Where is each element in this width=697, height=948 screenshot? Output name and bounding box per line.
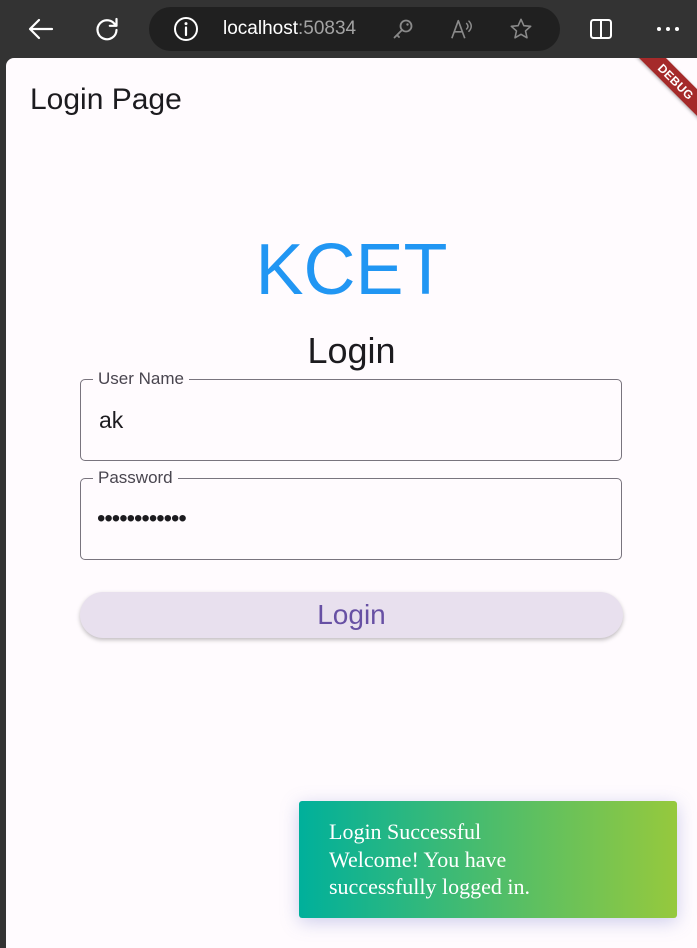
password-key-button[interactable]: [391, 17, 415, 41]
address-bar[interactable]: localhost:50834: [149, 7, 560, 51]
debug-banner: DEBUG: [612, 58, 697, 145]
back-arrow-icon: [28, 18, 54, 40]
read-aloud-button[interactable]: [450, 17, 474, 41]
username-input[interactable]: ak: [99, 406, 123, 434]
url-host: localhost: [223, 18, 298, 39]
username-field[interactable]: User Name ak: [80, 369, 622, 461]
password-label: Password: [93, 468, 178, 488]
split-screen-icon: [590, 19, 612, 39]
success-toast[interactable]: Login Successful Welcome! You have succe…: [299, 801, 677, 918]
login-button[interactable]: Login: [80, 592, 623, 638]
split-screen-button[interactable]: [584, 12, 618, 46]
browser-toolbar: localhost:50834: [0, 0, 697, 58]
more-options-button[interactable]: [651, 12, 685, 46]
favorite-button[interactable]: [509, 17, 533, 41]
more-icon: [657, 27, 679, 31]
toast-content: Login Successful Welcome! You have succe…: [329, 818, 569, 901]
username-label: User Name: [93, 369, 189, 389]
password-field[interactable]: Password ••••••••••••: [80, 468, 622, 560]
favorite-star-icon: [510, 18, 532, 39]
key-icon: [393, 19, 413, 39]
site-info-button[interactable]: [173, 16, 199, 42]
page-viewport: Login Page DEBUG KCET Login User Name ak…: [6, 58, 697, 948]
toast-message: Welcome! You have successfully logged in…: [329, 846, 531, 900]
password-input[interactable]: ••••••••••••: [97, 506, 187, 532]
toast-title: Login Successful: [329, 819, 482, 844]
debug-banner-label: DEBUG: [655, 60, 697, 103]
info-icon: [174, 17, 198, 41]
url-port: :50834: [298, 18, 357, 39]
refresh-button[interactable]: [90, 12, 124, 46]
back-button[interactable]: [24, 12, 58, 46]
read-aloud-icon: [451, 19, 472, 39]
brand-title: KCET: [255, 230, 448, 310]
login-heading: Login: [307, 330, 396, 371]
app-bar-title: Login Page: [30, 83, 182, 116]
url-text[interactable]: localhost:50834: [223, 18, 356, 40]
refresh-icon: [96, 17, 118, 41]
